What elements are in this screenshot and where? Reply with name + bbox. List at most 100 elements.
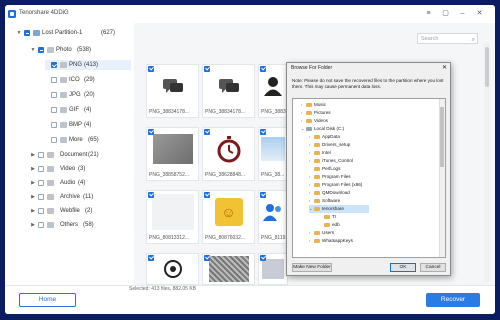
file-thumbnail[interactable]: ☺ PNG_80876032... <box>202 190 255 244</box>
file-thumbnail[interactable] <box>202 253 255 285</box>
search-input[interactable]: Search ⌕ <box>417 33 478 44</box>
sidebar-item-video[interactable]: ▶ Video (3) <box>5 164 134 174</box>
thumbnail-checkbox[interactable] <box>148 129 154 135</box>
folder-node[interactable]: › AppData <box>309 133 340 141</box>
file-thumbnail[interactable]: PNG_38628848... <box>202 127 255 181</box>
sidebar-item-audio[interactable]: ▶ Audio (4) <box>5 178 134 188</box>
menu-icon[interactable]: ≡ <box>424 9 433 18</box>
grid-scrollbar[interactable] <box>484 43 490 283</box>
thumbnail-checkbox[interactable] <box>260 255 266 261</box>
folder-node[interactable]: ⌄ Local Disk (C:) <box>301 125 344 133</box>
scrollbar-thumb[interactable] <box>485 47 489 87</box>
dialog-scrollbar-thumb[interactable] <box>440 107 444 167</box>
file-thumbnail[interactable]: PNG_38834178... <box>202 64 255 118</box>
checkbox[interactable] <box>51 92 57 98</box>
close-icon[interactable]: ✕ <box>475 9 484 18</box>
checkbox[interactable] <box>38 180 44 186</box>
minimize-icon[interactable]: – <box>458 9 467 18</box>
folder-node-selected[interactable]: ⌄ tenorshare <box>309 205 369 213</box>
sidebar-item-photo[interactable]: ▼ Photo (538) <box>5 45 134 55</box>
checkbox[interactable] <box>51 137 57 143</box>
checkbox[interactable] <box>38 166 44 172</box>
folder-node[interactable]: › Users <box>309 229 334 237</box>
folder-node[interactable]: › Software <box>309 197 340 205</box>
sidebar-item-webfile[interactable]: ▶ Webfile (2) <box>5 206 134 216</box>
folder-node[interactable]: › Music <box>301 101 326 109</box>
checkbox[interactable] <box>38 222 44 228</box>
file-name: PNG_38834178... <box>205 109 246 115</box>
file-thumbnail[interactable]: PNG_8119... <box>258 190 288 244</box>
home-button[interactable]: Home <box>19 293 76 307</box>
dialog-scrollbar[interactable] <box>439 99 445 257</box>
thumbnail-checkbox[interactable] <box>148 255 154 261</box>
recover-button[interactable]: Recover <box>426 293 480 307</box>
checkbox[interactable] <box>38 194 44 200</box>
cancel-button[interactable]: Cancel <box>420 263 446 272</box>
checkbox[interactable] <box>38 208 44 214</box>
folder-node[interactable]: › Drivers_setup <box>309 141 350 149</box>
sidebar-item-archive[interactable]: ▶ Archive (11) <box>5 192 134 202</box>
expand-arrow-icon[interactable]: ▶ <box>30 150 36 160</box>
checkbox[interactable] <box>51 62 57 68</box>
checkbox[interactable] <box>38 47 44 53</box>
file-thumbnail[interactable]: PNG_80813312... <box>146 190 199 244</box>
thumbnail-checkbox[interactable] <box>260 129 266 135</box>
sidebar-item-others[interactable]: ▶ Others (58) <box>5 220 134 230</box>
checkbox[interactable] <box>24 30 30 36</box>
checkbox[interactable] <box>38 152 44 158</box>
folder-node[interactable]: › WhatsappKeys <box>309 237 353 245</box>
folder-node[interactable]: › QMDownload <box>309 189 350 197</box>
checkbox[interactable] <box>51 77 57 83</box>
restore-icon[interactable]: ▢ <box>441 9 450 18</box>
thumbnail-checkbox[interactable] <box>260 192 266 198</box>
expand-arrow-icon[interactable]: ▶ <box>30 192 36 202</box>
sidebar-item-bmp[interactable]: BMP (4) <box>45 120 131 130</box>
file-thumbnail[interactable] <box>146 253 199 285</box>
thumbnail-checkbox[interactable] <box>204 255 210 261</box>
folder-node[interactable]: › Pictures <box>301 109 331 117</box>
dialog-title: Browse For Folder <box>291 65 333 71</box>
expand-arrow-icon[interactable]: ▶ <box>30 164 36 174</box>
thumbnail-checkbox[interactable] <box>204 66 210 72</box>
ok-button[interactable]: OK <box>390 263 416 272</box>
thumbnail-checkbox[interactable] <box>204 129 210 135</box>
dialog-close-icon[interactable]: ✕ <box>442 64 447 71</box>
sidebar-item-ico[interactable]: ICO (29) <box>45 75 131 85</box>
file-thumbnail[interactable]: PNG_38834178... <box>146 64 199 118</box>
stopwatch-icon <box>203 128 254 170</box>
expand-arrow-icon[interactable]: ▶ <box>30 206 36 216</box>
file-thumbnail[interactable]: PNG_38858752... <box>146 127 199 181</box>
sidebar-item-document[interactable]: ▶ Document (21) <box>5 150 134 160</box>
folder-node[interactable]: › iTunes_Control <box>309 157 353 165</box>
thumbnail-checkbox[interactable] <box>204 192 210 198</box>
thumbnail-checkbox[interactable] <box>148 66 154 72</box>
folder-node[interactable]: Tr <box>319 213 336 221</box>
sidebar-item-label: Others <box>60 222 79 228</box>
folder-node[interactable]: edb <box>319 221 340 229</box>
file-thumbnail[interactable] <box>258 253 288 285</box>
expand-arrow-icon[interactable]: ▶ <box>30 178 36 188</box>
checkbox[interactable] <box>51 122 57 128</box>
folder-icon <box>47 47 54 53</box>
sidebar-item-gif[interactable]: GIF (4) <box>45 105 131 115</box>
search-icon[interactable]: ⌕ <box>472 35 475 45</box>
file-thumbnail[interactable]: PNG_38... <box>258 127 288 181</box>
sidebar-item-lost-partition[interactable]: ▼ Lost Partition-1 (627) <box>5 28 134 38</box>
sidebar-item-jpg[interactable]: JPG (20) <box>45 90 131 100</box>
folder-node[interactable]: › Videos <box>301 117 328 125</box>
make-new-folder-button[interactable]: Make New Folder <box>292 263 332 272</box>
folder-node[interactable]: › Program Files <box>309 173 351 181</box>
folder-node[interactable]: › Program Files (x86) <box>309 181 362 189</box>
collapse-arrow-icon[interactable]: ▼ <box>16 28 22 38</box>
expand-arrow-icon[interactable]: ▶ <box>30 220 36 230</box>
thumbnail-checkbox[interactable] <box>148 192 154 198</box>
file-thumbnail[interactable]: PNG_38834... <box>258 64 288 118</box>
sidebar-item-png[interactable]: PNG (413) <box>45 60 131 70</box>
thumbnail-checkbox[interactable] <box>260 66 266 72</box>
folder-node[interactable]: PerfLogs <box>309 165 340 173</box>
gray-image <box>147 128 198 170</box>
checkbox[interactable] <box>51 107 57 113</box>
folder-node[interactable]: › Intel <box>309 149 331 157</box>
sidebar-item-more[interactable]: More (65) <box>45 135 131 145</box>
collapse-arrow-icon[interactable]: ▼ <box>30 45 36 55</box>
